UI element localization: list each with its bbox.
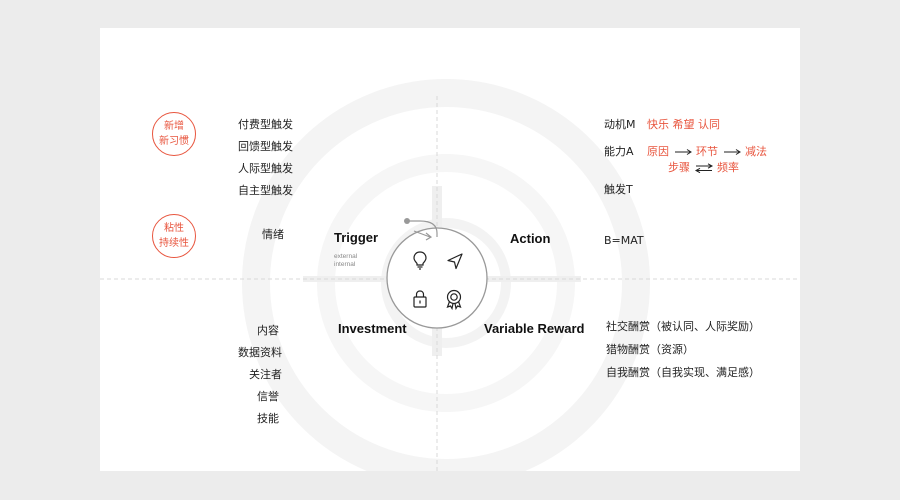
investment-item-followers: 关注者 xyxy=(249,368,282,381)
center-cycle-circle xyxy=(386,227,488,329)
investment-item-data: 数据资料 xyxy=(238,346,282,359)
right-arrow-icon xyxy=(723,149,741,155)
variable-reward-title: Variable Reward xyxy=(484,321,585,336)
ability-from: 原因 xyxy=(647,145,669,158)
diagram-graphics xyxy=(100,79,800,471)
ability-row: 原因 环节 减法 xyxy=(647,145,767,159)
new-habit-badge: 新增 新习惯 xyxy=(152,112,196,156)
ability-sub-from: 步骤 xyxy=(668,161,690,174)
new-habit-badge-line-1: 新增 xyxy=(164,121,184,132)
hook-model-card: 新增 新习惯 粘性 持续性 付费型触发 回馈型触发 人际型触发 自主型触发 情绪… xyxy=(100,28,800,471)
trigger-type-paid: 付费型触发 xyxy=(238,118,293,131)
investment-item-reputation: 信誉 xyxy=(257,390,279,403)
stickiness-badge-line-1: 粘性 xyxy=(164,223,184,234)
trigger-type-autonomous: 自主型触发 xyxy=(238,184,293,197)
action-title: Action xyxy=(510,231,551,246)
trigger-type-feedback: 回馈型触发 xyxy=(238,140,293,153)
trigger-type-social: 人际型触发 xyxy=(238,162,293,175)
reward-social: 社交酬赏（被认同、人际奖励） xyxy=(606,320,760,333)
trigger-type-external: external xyxy=(334,253,358,260)
trigger-title: Trigger xyxy=(334,230,379,245)
swap-arrows-icon xyxy=(694,163,713,173)
motivation-label: 动机M xyxy=(604,118,636,131)
investment-title: Investment xyxy=(338,321,407,336)
right-arrow-icon xyxy=(674,149,692,155)
motivation-items: 快乐 希望 认同 xyxy=(647,118,720,131)
stickiness-badge-line-2: 持续性 xyxy=(159,238,189,249)
reward-self: 自我酬赏（自我实现、满足感） xyxy=(606,366,760,379)
trigger-type-internal: internal xyxy=(334,261,356,268)
ability-sub-to: 频率 xyxy=(717,161,739,174)
new-habit-badge-line-2: 新习惯 xyxy=(159,136,189,147)
bmat-formula: B=MAT xyxy=(604,234,644,247)
trigger-t-label: 触发T xyxy=(604,183,633,196)
ability-to: 减法 xyxy=(745,145,767,158)
emotion-label: 情绪 xyxy=(262,228,284,241)
ability-mid: 环节 xyxy=(696,145,718,158)
stickiness-badge: 粘性 持续性 xyxy=(152,214,196,258)
investment-item-skills: 技能 xyxy=(257,412,279,425)
ability-label: 能力A xyxy=(604,145,634,158)
reward-hunt: 猎物酬赏（资源） xyxy=(606,343,694,356)
ability-sub-row: 步骤 频率 xyxy=(668,161,739,175)
investment-item-content: 内容 xyxy=(257,324,279,337)
